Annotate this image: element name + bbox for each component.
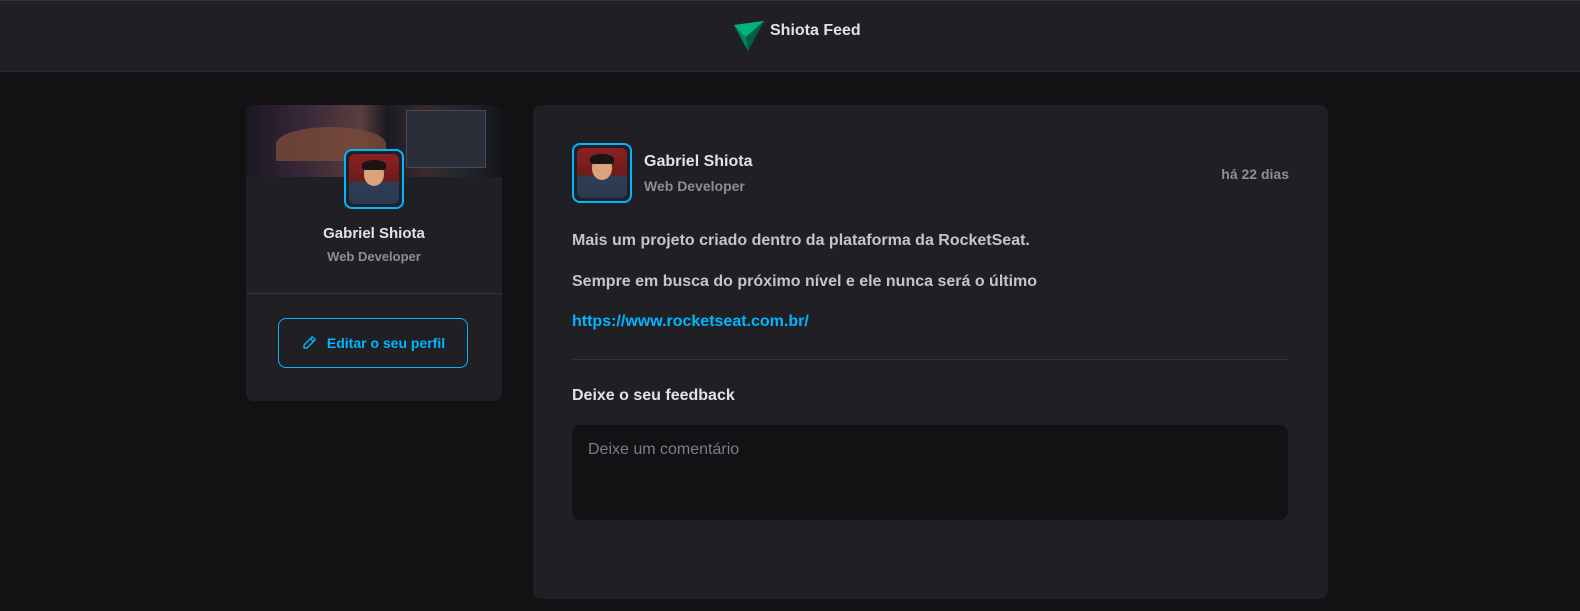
divider: [572, 359, 1288, 360]
post-card: Gabriel Shiota Web Developer há 22 dias …: [533, 105, 1328, 599]
post-author-role: Web Developer: [644, 178, 745, 194]
post-paragraph: Sempre em busca do próximo nível e ele n…: [572, 273, 1038, 290]
brand: Shiota Feed: [732, 19, 861, 53]
profile-name: Gabriel Shiota: [323, 225, 425, 242]
avatar-image: [577, 148, 627, 198]
post-published-time: há 22 dias: [1221, 166, 1289, 182]
edit-profile-button[interactable]: Editar o seu perfil: [278, 318, 468, 368]
profile-role: Web Developer: [327, 249, 421, 264]
pencil-icon: [301, 333, 319, 354]
feedback-title: Deixe o seu feedback: [572, 387, 735, 404]
app-title: Shiota Feed: [770, 22, 861, 39]
profile-sidebar: Gabriel Shiota Web Developer Editar o se…: [246, 105, 502, 401]
edit-profile-label: Editar o seu perfil: [326, 335, 446, 351]
ignite-logo-icon: [732, 19, 766, 58]
comment-textarea[interactable]: [572, 425, 1288, 520]
post-paragraph: Mais um projeto criado dentro da platafo…: [572, 232, 1030, 249]
post-link[interactable]: https://www.rocketseat.com.br/: [572, 313, 809, 331]
avatar-image: [349, 154, 399, 204]
divider: [246, 293, 502, 294]
post-author-avatar[interactable]: [572, 143, 632, 203]
avatar[interactable]: [344, 149, 404, 209]
app-header: Shiota Feed: [0, 0, 1580, 72]
post-author-name: Gabriel Shiota: [644, 153, 753, 170]
